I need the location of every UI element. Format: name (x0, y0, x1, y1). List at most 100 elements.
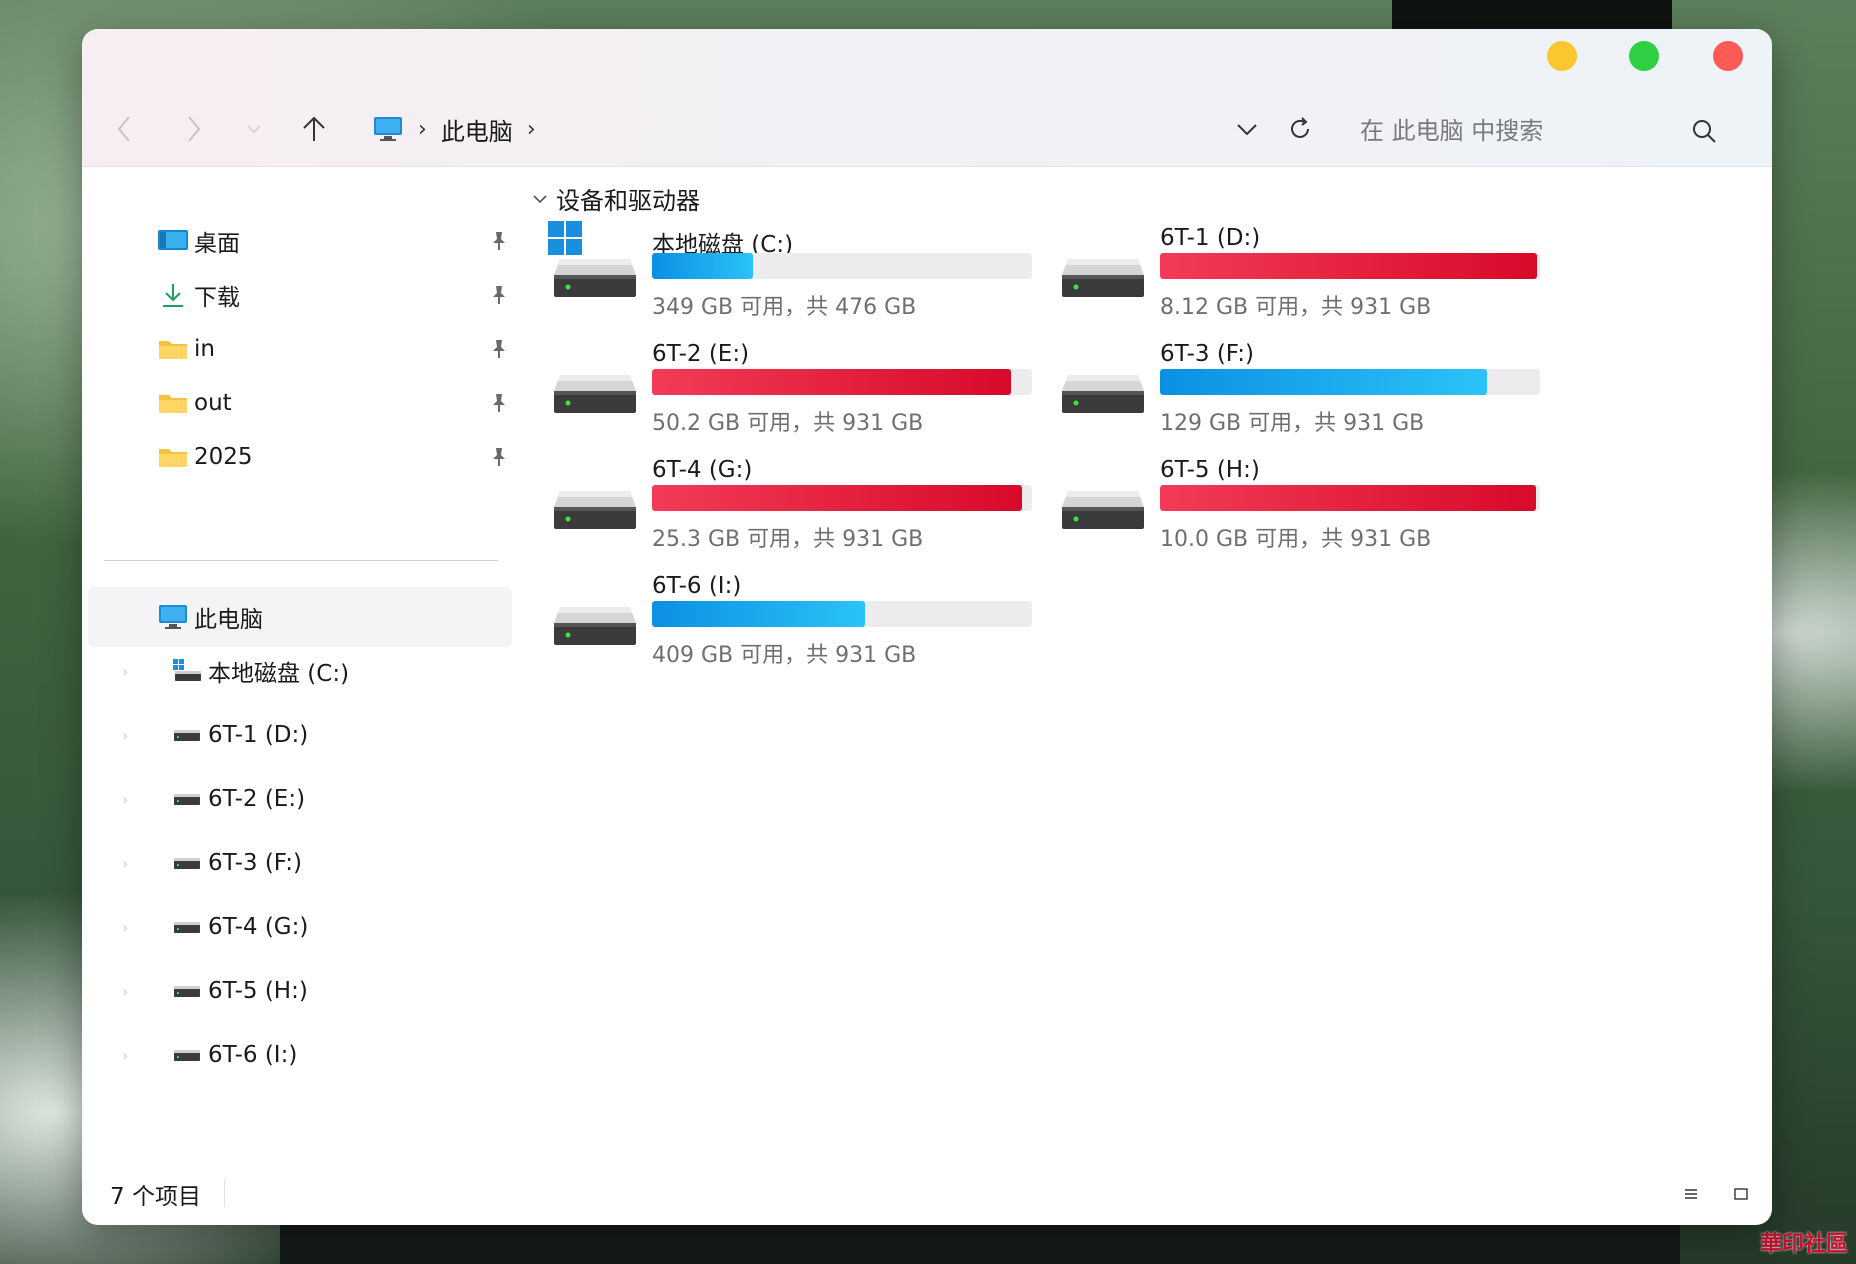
drive-icon (554, 607, 636, 645)
tile-view-icon (1734, 1188, 1748, 1200)
drive-capacity: 409 GB 可用，共 931 GB (652, 643, 917, 668)
sidebar-item-2025[interactable]: 2025 (88, 429, 512, 485)
chevron-down-icon (247, 125, 261, 134)
drive-tile-i[interactable]: 6T-6 (I:) 409 GB 可用，共 931 GB (552, 573, 1032, 669)
pin-icon[interactable] (486, 336, 512, 362)
drive-icon (170, 782, 204, 816)
drive-tile-d[interactable]: 6T-1 (D:) 8.12 GB 可用，共 931 GB (1060, 225, 1540, 321)
chevron-right-icon[interactable]: › (122, 918, 128, 937)
search-input[interactable] (1340, 117, 1660, 145)
wallpaper-bottom-dark (280, 1224, 1680, 1264)
drive-icon (170, 718, 204, 752)
refresh-button[interactable] (1282, 111, 1318, 147)
file-explorer-window: › 此电脑 › 桌面 (82, 29, 1772, 1225)
capacity-bar (1160, 485, 1540, 511)
drive-tile-f[interactable]: 6T-3 (F:) 129 GB 可用，共 931 GB (1060, 341, 1540, 437)
sidebar-item-drive-g[interactable]: › 6T-4 (G:) (88, 899, 512, 955)
address-history-button[interactable] (1230, 113, 1264, 147)
arrow-up-icon (303, 116, 325, 141)
sidebar-item-drive-h[interactable]: › 6T-5 (H:) (88, 963, 512, 1019)
pin-icon[interactable] (486, 282, 512, 308)
sidebar-item-drive-d[interactable]: › 6T-1 (D:) (88, 707, 512, 763)
drive-tile-g[interactable]: 6T-4 (G:) 25.3 GB 可用，共 931 GB (552, 457, 1032, 553)
status-separator (224, 1179, 225, 1207)
capacity-bar (652, 253, 1032, 279)
breadcrumb-this-pc[interactable]: 此电脑 (441, 112, 513, 147)
maximize-button[interactable] (1629, 41, 1659, 71)
sidebar-item-label: 6T-3 (F:) (208, 850, 302, 876)
drive-name: 6T-3 (F:) (1160, 341, 1254, 367)
close-button[interactable] (1713, 41, 1743, 71)
title-bar: › 此电脑 › (82, 29, 1772, 167)
capacity-bar-fill (652, 485, 1022, 511)
sidebar-item-label: 6T-1 (D:) (208, 722, 309, 748)
sidebar-item-label: in (194, 336, 215, 362)
drive-capacity: 50.2 GB 可用，共 931 GB (652, 411, 924, 436)
drive-icon (1062, 375, 1144, 413)
drive-icon (554, 375, 636, 413)
chevron-right-icon[interactable]: › (122, 982, 128, 1001)
drive-capacity: 349 GB 可用，共 476 GB (652, 295, 917, 320)
drive-tile-c[interactable]: 本地磁盘 (C:) 349 GB 可用，共 476 GB (548, 221, 1032, 321)
folder-icon (156, 386, 190, 420)
chevron-right-icon[interactable]: › (122, 662, 128, 681)
pin-icon[interactable] (486, 228, 512, 254)
chevron-down-icon (533, 194, 547, 203)
capacity-bar-fill (1160, 253, 1537, 279)
monitor-icon (156, 600, 190, 634)
sidebar-item-this-pc[interactable]: 此电脑 (88, 587, 512, 647)
sidebar-item-label: 6T-5 (H:) (208, 978, 308, 1004)
up-button[interactable] (294, 109, 334, 149)
item-count: 7 个项目 (110, 1184, 201, 1210)
navigation-pane: 桌面 下载 in out 2025 此电脑 › 本地磁盘 (C:) › 6T-1… (82, 167, 522, 1157)
chevron-down-icon (1237, 124, 1257, 136)
minimize-button[interactable] (1547, 41, 1577, 71)
drive-capacity: 129 GB 可用，共 931 GB (1160, 411, 1425, 436)
capacity-bar (1160, 369, 1540, 395)
watermark-logo: 華印社區 (1759, 1231, 1848, 1257)
tiles-view-button[interactable] (1728, 1181, 1754, 1207)
details-view-button[interactable] (1678, 1181, 1704, 1207)
drive-name: 6T-4 (G:) (652, 457, 753, 483)
sidebar-item-downloads[interactable]: 下载 (88, 267, 512, 323)
sidebar-item-out[interactable]: out (88, 375, 512, 431)
sidebar-item-drive-i[interactable]: › 6T-6 (I:) (88, 1027, 512, 1083)
search-icon[interactable] (1688, 115, 1720, 147)
folder-icon (156, 332, 190, 366)
drive-name: 6T-1 (D:) (1160, 225, 1261, 251)
chevron-right-icon[interactable]: › (122, 1046, 128, 1065)
sidebar-item-drive-c[interactable]: › 本地磁盘 (C:) (88, 643, 512, 699)
chevron-right-icon[interactable]: › (122, 790, 128, 809)
back-button[interactable] (104, 109, 144, 149)
capacity-bar (1160, 253, 1540, 279)
chevron-right-icon[interactable]: › (122, 854, 128, 873)
download-icon (156, 278, 190, 312)
recent-locations-button[interactable] (234, 109, 274, 149)
capacity-bar (652, 601, 1032, 627)
capacity-bar (652, 369, 1032, 395)
forward-button[interactable] (174, 109, 214, 149)
sidebar-item-drive-f[interactable]: › 6T-3 (F:) (88, 835, 512, 891)
sidebar-item-label: 6T-2 (E:) (208, 786, 306, 812)
chevron-right-icon[interactable]: › (122, 726, 128, 745)
drive-capacity: 25.3 GB 可用，共 931 GB (652, 527, 924, 552)
search-box[interactable] (1340, 107, 1740, 155)
refresh-icon (1291, 117, 1309, 138)
pin-icon[interactable] (486, 390, 512, 416)
sidebar-item-drive-e[interactable]: › 6T-2 (E:) (88, 771, 512, 827)
drive-tile-e[interactable]: 6T-2 (E:) 50.2 GB 可用，共 931 GB (552, 341, 1032, 437)
breadcrumb-separator[interactable]: › (418, 117, 427, 142)
breadcrumb[interactable]: › 此电脑 › (372, 109, 536, 149)
drive-capacity: 10.0 GB 可用，共 931 GB (1160, 527, 1432, 552)
sidebar-item-desktop[interactable]: 桌面 (88, 213, 512, 269)
drive-tile-h[interactable]: 6T-5 (H:) 10.0 GB 可用，共 931 GB (1060, 457, 1540, 553)
sidebar-item-label: out (194, 390, 232, 416)
sidebar-item-label: 下载 (194, 285, 240, 311)
group-header-devices[interactable]: 设备和驱动器 (532, 181, 700, 216)
sidebar-item-in[interactable]: in (88, 321, 512, 377)
sidebar-item-label: 6T-4 (G:) (208, 914, 309, 940)
sidebar-divider (104, 560, 498, 561)
pin-icon[interactable] (486, 444, 512, 470)
drive-icon (170, 974, 204, 1008)
breadcrumb-separator[interactable]: › (527, 117, 536, 142)
